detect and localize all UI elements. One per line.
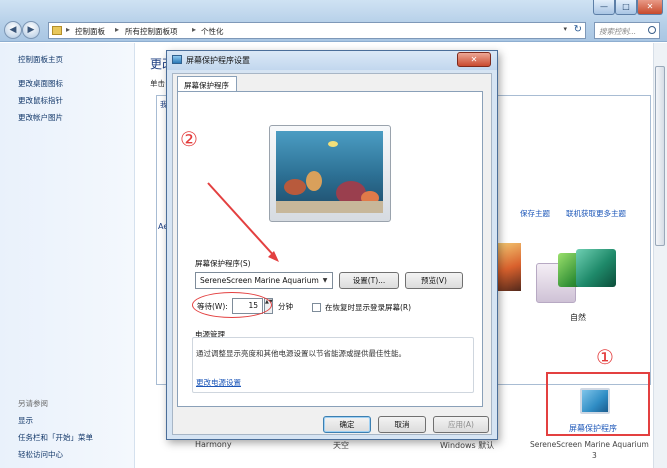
dialog-titlebar[interactable]: 屏幕保护程序设置 ✕ bbox=[167, 51, 497, 70]
refresh-icon[interactable]: ↻ bbox=[574, 24, 582, 35]
maximize-button[interactable]: □ bbox=[615, 0, 637, 15]
screensaver-preview bbox=[276, 131, 383, 213]
breadcrumb-all-items[interactable]: 所有控制面板项 bbox=[125, 26, 178, 37]
nature-theme-thumbnail[interactable] bbox=[536, 247, 616, 307]
search-input[interactable]: 搜索控制... bbox=[594, 22, 660, 39]
minutes-label: 分钟 bbox=[278, 302, 293, 311]
dialog-title: 屏幕保护程序设置 bbox=[186, 56, 250, 65]
ok-button[interactable]: 确定 bbox=[323, 416, 371, 433]
screensaver-group-label: 屏幕保护程序(S) bbox=[195, 259, 251, 268]
link-taskbar-start-menu[interactable]: 任务栏和「开始」菜单 bbox=[18, 432, 93, 443]
minimize-button[interactable]: — bbox=[593, 0, 615, 15]
tab-label: 屏幕保护程序 bbox=[184, 81, 229, 90]
breadcrumb-control-panel[interactable]: 控制面板 bbox=[75, 26, 105, 37]
annotation-step-one: ① bbox=[596, 345, 614, 369]
forward-button[interactable]: ▶ bbox=[22, 21, 40, 39]
screensaver-settings-icon bbox=[172, 55, 182, 64]
breadcrumb-personalization[interactable]: 个性化 bbox=[201, 26, 224, 37]
get-more-themes-link[interactable]: 联机获取更多主题 bbox=[566, 208, 626, 219]
resume-checkbox[interactable] bbox=[312, 303, 321, 312]
annotation-step-two: ② bbox=[180, 127, 198, 151]
screensaver-select[interactable]: SereneScreen Marine Aquarium ▼ bbox=[195, 272, 333, 289]
screensaver-name: SereneScreen Marine Aquarium bbox=[530, 440, 649, 449]
wait-highlight-circle bbox=[192, 292, 272, 318]
scrollbar-thumb[interactable] bbox=[655, 66, 665, 246]
address-dropdown-icon[interactable]: ▾ bbox=[563, 25, 567, 33]
tab-screensaver[interactable]: 屏幕保护程序 bbox=[177, 76, 237, 92]
page-subheading: 单击 bbox=[150, 79, 165, 88]
chevron-down-icon[interactable]: ▼ bbox=[320, 275, 330, 286]
screensaver-select-value: SereneScreen Marine Aquarium bbox=[200, 276, 319, 285]
breadcrumb-separator[interactable]: ▸ bbox=[192, 25, 196, 34]
screensaver-icon[interactable] bbox=[580, 388, 610, 414]
sky-label: 天空 bbox=[333, 441, 349, 450]
control-panel-icon bbox=[52, 26, 62, 35]
search-icon bbox=[648, 26, 656, 34]
settings-button[interactable]: 设置(T)... bbox=[339, 272, 399, 289]
window-toolbar: — □ ✕ ◀ ▶ ▸ 控制面板 ▸ 所有控制面板项 ▸ 个性化 ▾ ↻ 搜索控… bbox=[0, 0, 667, 42]
screensaver-link[interactable]: 屏幕保护程序 bbox=[569, 423, 617, 434]
power-description: 通过调整显示亮度和其他电源设置以节省能源或提供最佳性能。 bbox=[196, 349, 406, 358]
cancel-button[interactable]: 取消 bbox=[378, 416, 426, 433]
close-button[interactable]: ✕ bbox=[637, 0, 663, 15]
breadcrumb-separator[interactable]: ▸ bbox=[66, 25, 70, 34]
link-ease-of-access[interactable]: 轻松访问中心 bbox=[18, 449, 63, 460]
link-display[interactable]: 显示 bbox=[18, 415, 33, 426]
link-change-account-picture[interactable]: 更改帐户图片 bbox=[18, 112, 63, 123]
harmony-label: Harmony bbox=[195, 440, 232, 449]
apply-button[interactable]: 应用(A) bbox=[433, 416, 489, 433]
see-also-heading: 另请参阅 bbox=[18, 399, 48, 408]
nature-theme-label: 自然 bbox=[570, 313, 586, 322]
preview-button[interactable]: 预览(V) bbox=[405, 272, 463, 289]
link-change-mouse-pointers[interactable]: 更改鼠标指针 bbox=[18, 95, 63, 106]
windows-default-label: Windows 默认 bbox=[440, 441, 495, 450]
link-control-panel-home[interactable]: 控制面板主页 bbox=[18, 54, 63, 65]
link-change-desktop-icons[interactable]: 更改桌面图标 bbox=[18, 78, 63, 89]
back-button[interactable]: ◀ bbox=[4, 21, 22, 39]
search-placeholder: 搜索控制... bbox=[599, 27, 637, 36]
breadcrumb-separator[interactable]: ▸ bbox=[115, 25, 119, 34]
resume-checkbox-label[interactable]: 在恢复时显示登录屏幕(R) bbox=[325, 302, 411, 313]
change-power-settings-link[interactable]: 更改电源设置 bbox=[196, 377, 241, 388]
screensaver-name-suffix: 3 bbox=[592, 451, 597, 460]
dialog-close-button[interactable]: ✕ bbox=[457, 52, 491, 67]
save-theme-link[interactable]: 保存主题 bbox=[520, 208, 550, 219]
left-pane: 控制面板主页 更改桌面图标 更改鼠标指针 更改帐户图片 另请参阅 显示 任务栏和… bbox=[0, 43, 135, 468]
address-bar[interactable]: ▸ 控制面板 ▸ 所有控制面板项 ▸ 个性化 ▾ ↻ bbox=[48, 22, 586, 39]
